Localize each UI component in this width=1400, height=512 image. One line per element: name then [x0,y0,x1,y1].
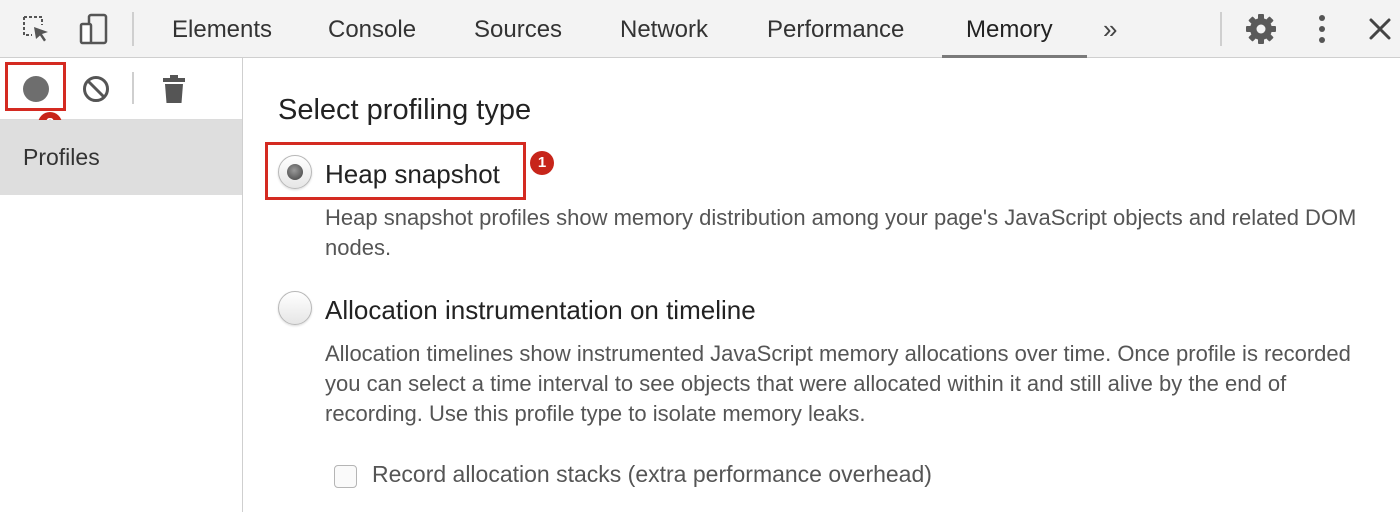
allocation-timeline-radio[interactable] [278,291,312,325]
record-icon [23,76,49,102]
clear-icon[interactable] [74,58,118,120]
toolbar-divider [1220,12,1222,46]
profiles-toolbar [0,58,242,120]
profiling-type-panel: Select profiling type Heap snapshot 1 He… [244,58,1400,512]
tab-memory[interactable]: Memory [966,0,1053,58]
profiles-sidebar: 2 Profiles [0,58,243,512]
heap-snapshot-label[interactable]: Heap snapshot [325,159,500,190]
tab-sources[interactable]: Sources [474,0,562,58]
tab-performance[interactable]: Performance [767,0,904,58]
record-button[interactable] [8,58,64,120]
heap-snapshot-description: Heap snapshot profiles show memory distr… [325,205,1357,260]
radio-checked-indicator [287,164,303,180]
heap-snapshot-radio[interactable] [278,155,312,189]
close-icon[interactable] [1360,0,1400,58]
tab-network[interactable]: Network [620,0,708,58]
toolbar-divider [132,12,134,46]
trash-icon[interactable] [152,58,196,120]
allocation-timeline-label[interactable]: Allocation instrumentation on timeline [325,295,756,326]
tab-elements[interactable]: Elements [172,0,272,58]
devtools-tab-bar: Elements Console Sources Network Perform… [0,0,1400,58]
tab-console[interactable]: Console [328,0,416,58]
record-allocation-stacks-checkbox[interactable] [334,465,357,488]
record-allocation-stacks-label[interactable]: Record allocation stacks (extra performa… [372,461,932,488]
inspect-element-icon[interactable] [14,0,58,58]
toolbar-divider [132,72,134,104]
page-title: Select profiling type [278,94,532,126]
sidebar-item-profiles[interactable]: Profiles [0,120,242,195]
annotation-badge-1: 1 [530,151,554,175]
device-toolbar-icon[interactable] [72,0,116,58]
gear-icon[interactable] [1240,0,1282,58]
more-vertical-icon[interactable] [1302,0,1342,58]
more-tabs-button[interactable]: » [1103,0,1117,58]
allocation-timeline-description: Allocation timelines show instrumented J… [325,341,1351,426]
